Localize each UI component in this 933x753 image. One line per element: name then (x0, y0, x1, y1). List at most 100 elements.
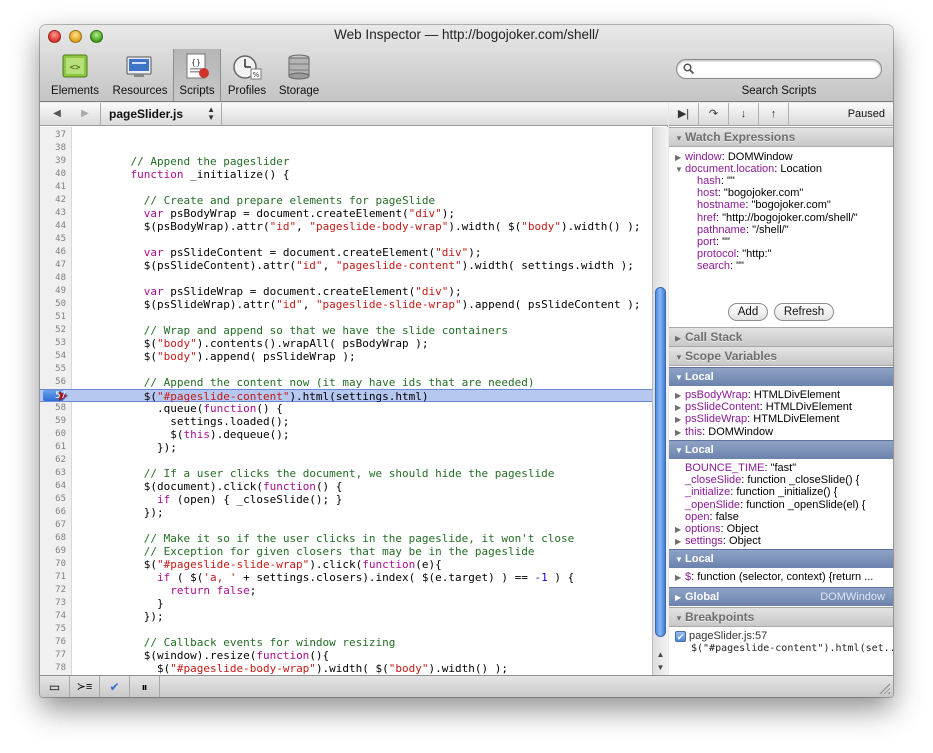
property-row[interactable]: open: false (685, 511, 739, 523)
watch-item-location[interactable]: ▼ document.location: Location (675, 163, 822, 175)
code-line[interactable]: 72 return false; (40, 584, 652, 597)
property-row[interactable]: BOUNCE_TIME: "fast" (685, 462, 796, 474)
breakpoints-header[interactable]: ▼ Breakpoints (669, 607, 893, 627)
line-number[interactable]: 47 (40, 259, 66, 272)
scope-global-header[interactable]: ▶ Global DOMWindow (669, 587, 893, 606)
code-line[interactable]: 53 $("body").contents().wrapAll( psBodyW… (40, 337, 652, 350)
code-line[interactable]: 39 // Append the pageslider (40, 155, 652, 168)
refresh-watch-button[interactable]: Refresh (774, 303, 834, 321)
property-row[interactable]: hash: "" (697, 175, 735, 187)
toolbar-profiles-button[interactable]: % Profiles (222, 49, 272, 101)
code-line[interactable]: 52 // Wrap and append so that we have th… (40, 324, 652, 337)
code-line[interactable]: 68 // Make it so if the user clicks in t… (40, 532, 652, 545)
toolbar-scripts-button[interactable]: {} Scripts (173, 49, 221, 101)
script-file-select[interactable]: pageSlider.js ▲ ▼ (100, 103, 222, 126)
line-number[interactable]: 54 (40, 350, 66, 363)
toolbar-elements-button[interactable]: <> Elements (44, 49, 106, 101)
scroll-up-icon[interactable]: ▲ (653, 648, 668, 661)
step-into-button[interactable]: ↓ (729, 103, 759, 126)
line-number[interactable]: 62 (40, 454, 66, 467)
code-line[interactable]: 65 if (open) { _closeSlide(); } (40, 493, 652, 506)
property-row[interactable]: host: "bogojoker.com" (697, 187, 803, 199)
code-line[interactable]: 50 $(psSlideWrap).attr("id", "pageslide-… (40, 298, 652, 311)
line-number[interactable]: 44 (40, 220, 66, 233)
line-number[interactable]: 38 (40, 142, 66, 155)
toggle-breakpoints-button[interactable]: ✔ (100, 676, 130, 697)
back-icon[interactable]: ◀ (50, 107, 64, 121)
line-number[interactable]: 67 (40, 519, 66, 532)
disclosure-closed-icon[interactable]: ▶ (675, 414, 685, 426)
line-number[interactable]: 46 (40, 246, 66, 259)
line-number[interactable]: 51 (40, 311, 66, 324)
line-number[interactable]: 70 (40, 558, 66, 571)
code-line[interactable]: 43 var psBodyWrap = document.createEleme… (40, 207, 652, 220)
watch-item-window[interactable]: ▶ window: DOMWindow (675, 151, 793, 163)
code-line[interactable]: 71 if ( $('a, ' + settings.closers).inde… (40, 571, 652, 584)
line-number[interactable]: 72 (40, 584, 66, 597)
code-editor[interactable]: 37 38 39 // Append the pageslider 40 functi… (40, 127, 652, 675)
scope-local-header-1[interactable]: ▼ Local (669, 367, 893, 386)
code-line[interactable]: 41 (40, 181, 652, 194)
scope-local-header-3[interactable]: ▼ Local (669, 549, 893, 568)
code-vertical-scrollbar[interactable]: ▲ ▼ (652, 127, 668, 675)
line-number[interactable]: 52 (40, 324, 66, 337)
disclosure-closed-icon[interactable]: ▶ (675, 427, 685, 439)
forward-icon[interactable]: ▶ (78, 107, 92, 121)
property-row[interactable]: protocol: "http:" (697, 248, 771, 260)
code-line[interactable]: 62 (40, 454, 652, 467)
line-number[interactable]: 68 (40, 532, 66, 545)
code-line[interactable]: 64 $(document).click(function() { (40, 480, 652, 493)
code-line[interactable]: 70 $("#pageslide-slide-wrap").click(func… (40, 558, 652, 571)
code-line[interactable]: 69 // Exception for given closers that m… (40, 545, 652, 558)
code-line[interactable]: 54 $("body").append( psSlideWrap ); (40, 350, 652, 363)
line-number[interactable]: 60 (40, 428, 66, 441)
code-line[interactable]: 56 // Append the content now (it may hav… (40, 376, 652, 389)
step-over-button[interactable]: ↷ (699, 103, 729, 126)
pause-on-exceptions-button[interactable]: ⏸ (130, 676, 160, 697)
code-line-current[interactable]: 57 $("#pageslide-content").html(settings… (40, 389, 652, 403)
property-row[interactable]: ▶ settings: Object (675, 535, 761, 547)
line-number[interactable]: 75 (40, 623, 66, 636)
line-number[interactable]: 48 (40, 272, 66, 285)
line-number[interactable]: 65 (40, 493, 66, 506)
line-number[interactable]: 50 (40, 298, 66, 311)
code-line[interactable]: 38 (40, 142, 652, 155)
line-number[interactable]: 69 (40, 545, 66, 558)
dock-button[interactable]: ▭ (40, 676, 70, 697)
console-button[interactable]: ≻≡ (70, 676, 100, 697)
scroll-down-icon[interactable]: ▼ (653, 661, 668, 674)
code-line[interactable]: 78 $("#pageslide-body-wrap").width( $("b… (40, 662, 652, 675)
property-row[interactable]: _closeSlide: function _closeSlide() { (685, 474, 859, 486)
breakpoint-location[interactable]: pageSlider.js:57 (689, 630, 767, 642)
code-line[interactable]: 45 (40, 233, 652, 246)
line-number[interactable]: 74 (40, 610, 66, 623)
code-line[interactable]: 44 $(psBodyWrap).attr("id", "pageslide-b… (40, 220, 652, 233)
code-line[interactable]: 75 (40, 623, 652, 636)
scope-variables-header[interactable]: ▼ Scope Variables (669, 346, 893, 366)
line-number[interactable]: 53 (40, 337, 66, 350)
line-number[interactable]: 76 (40, 636, 66, 649)
code-line[interactable]: 73 } (40, 597, 652, 610)
line-number[interactable]: 42 (40, 194, 66, 207)
line-number[interactable]: 71 (40, 571, 66, 584)
property-row[interactable]: ▶ $: function (selector, context) {return… (675, 571, 873, 583)
code-line[interactable]: 48 (40, 272, 652, 285)
code-line[interactable]: 47 $(psSlideContent).attr("id", "pagesli… (40, 259, 652, 272)
code-line[interactable]: 63 // If a user clicks the document, we … (40, 467, 652, 480)
code-line[interactable]: 77 $(window).resize(function(){ (40, 649, 652, 662)
code-line[interactable]: 61 }); (40, 441, 652, 454)
search-scripts-input[interactable] (697, 61, 877, 77)
property-row[interactable]: hostname: "bogojoker.com" (697, 199, 831, 211)
code-line[interactable]: 46 var psSlideContent = document.createE… (40, 246, 652, 259)
disclosure-closed-icon[interactable]: ▶ (675, 524, 685, 536)
code-line[interactable]: 37 (40, 129, 652, 142)
property-row[interactable]: pathname: "/shell/" (697, 224, 789, 236)
code-line[interactable]: 74 }); (40, 610, 652, 623)
line-number[interactable]: 59 (40, 415, 66, 428)
line-number[interactable]: 39 (40, 155, 66, 168)
line-number[interactable]: 78 (40, 662, 66, 675)
add-watch-button[interactable]: Add (728, 303, 768, 321)
property-row[interactable]: href: "http://bogojoker.com/shell/" (697, 212, 858, 224)
line-number[interactable]: 43 (40, 207, 66, 220)
property-row[interactable]: search: "" (697, 260, 744, 272)
